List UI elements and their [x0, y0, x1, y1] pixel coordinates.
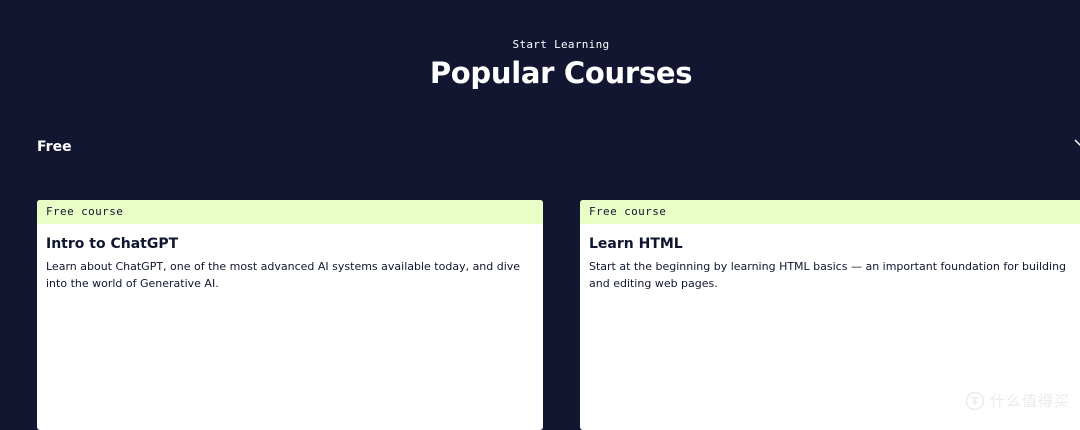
- section-header: Start Learning Popular Courses: [0, 36, 1080, 91]
- page-title: Popular Courses: [429, 56, 693, 90]
- chevron-down-icon[interactable]: [1074, 137, 1080, 149]
- watermark: 什么值得买: [965, 390, 1070, 411]
- course-filter[interactable]: Free: [37, 137, 1080, 159]
- section-eyebrow: Start Learning: [512, 38, 610, 51]
- filter-selected-label[interactable]: Free: [37, 137, 72, 157]
- course-description: Learn about ChatGPT, one of the most adv…: [46, 260, 521, 290]
- course-description: Start at the beginning by learning HTML …: [589, 260, 1067, 290]
- course-card-intro-to-chatgpt[interactable]: Free course Intro to ChatGPT Learn about…: [37, 200, 543, 430]
- course-tag: Free course: [37, 200, 543, 224]
- watermark-logo-icon: [965, 391, 985, 410]
- watermark-text: 什么值得买: [989, 392, 1070, 410]
- course-title[interactable]: Intro to ChatGPT: [46, 234, 534, 254]
- course-tag: Free course: [580, 200, 1080, 224]
- course-title[interactable]: Learn HTML: [589, 234, 1080, 254]
